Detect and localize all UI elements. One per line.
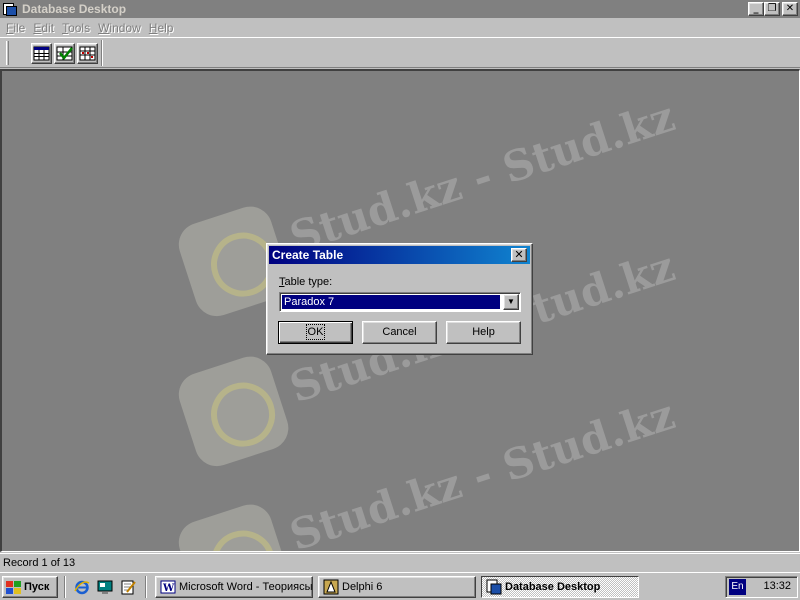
quick-launch-separator: [145, 576, 147, 598]
ok-button[interactable]: OK: [278, 321, 353, 344]
clock[interactable]: 13:32: [763, 580, 791, 592]
toolbar-separator: [101, 40, 103, 66]
windows-logo-icon: [6, 580, 21, 594]
start-label: Пуск: [24, 581, 50, 593]
language-indicator[interactable]: En: [729, 579, 746, 595]
watermark: Stud.kz - Stud.kz: [170, 377, 680, 551]
minimize-button[interactable]: _: [748, 2, 764, 16]
open-query-icon: [79, 46, 96, 61]
svg-text:W: W: [162, 583, 175, 594]
restore-button[interactable]: ❐: [764, 2, 780, 16]
quick-launch-separator: [64, 576, 66, 598]
dialog-close-button[interactable]: ✕: [511, 248, 527, 262]
menu-file[interactable]: File: [2, 21, 29, 35]
watermark-logo-icon: [173, 498, 295, 551]
app-title-bar[interactable]: Database Desktop _ ❐ ✕: [0, 0, 800, 18]
cancel-button[interactable]: Cancel: [362, 321, 437, 344]
dialog-title-bar[interactable]: Create Table ✕: [269, 246, 530, 264]
table-type-label: Table type:: [279, 276, 333, 288]
delphi-icon: [323, 579, 339, 595]
close-button[interactable]: ✕: [782, 2, 798, 16]
toolbar-grip[interactable]: [6, 41, 9, 65]
ie-icon[interactable]: [74, 579, 90, 595]
check-table-icon: [56, 46, 73, 61]
database-desktop-icon: [2, 1, 18, 17]
task-microsoft-word[interactable]: W Microsoft Word - Теориясы: [155, 576, 313, 598]
table-type-value: Paradox 7: [282, 295, 500, 309]
menu-edit[interactable]: Edit: [29, 21, 58, 35]
menu-help[interactable]: Help: [145, 21, 178, 35]
status-bar: Record 1 of 13: [0, 553, 800, 571]
open-table-icon: [33, 46, 50, 61]
open-table-button[interactable]: [31, 43, 52, 64]
watermark-logo-icon: [173, 350, 295, 472]
taskbar: Пуск W Microsoft Word - Теориясы Delphi …: [0, 572, 800, 600]
help-button[interactable]: Help: [446, 321, 521, 344]
desktop-icon[interactable]: [97, 579, 113, 595]
menu-bar: File Edit Tools Window Help: [0, 18, 800, 37]
start-button[interactable]: Пуск: [2, 576, 58, 598]
task-database-desktop[interactable]: Database Desktop: [481, 576, 639, 598]
dialog-title: Create Table: [272, 248, 344, 262]
open-query-button[interactable]: [77, 43, 98, 64]
toolbar: [0, 37, 800, 68]
create-table-dialog: Create Table ✕ Table type: Paradox 7 ▼ O…: [266, 243, 533, 355]
word-icon: W: [160, 580, 176, 594]
menu-window[interactable]: Window: [94, 21, 145, 35]
table-type-select[interactable]: Paradox 7 ▼: [279, 292, 521, 312]
database-desktop-icon: [486, 579, 502, 595]
chevron-down-icon[interactable]: ▼: [503, 294, 519, 310]
system-tray: En 13:32: [725, 576, 798, 598]
menu-tools[interactable]: Tools: [58, 21, 94, 35]
task-delphi[interactable]: Delphi 6: [318, 576, 476, 598]
app-title: Database Desktop: [22, 2, 127, 16]
check-table-button[interactable]: [54, 43, 75, 64]
status-text: Record 1 of 13: [3, 556, 76, 569]
notepad-icon[interactable]: [120, 579, 136, 595]
